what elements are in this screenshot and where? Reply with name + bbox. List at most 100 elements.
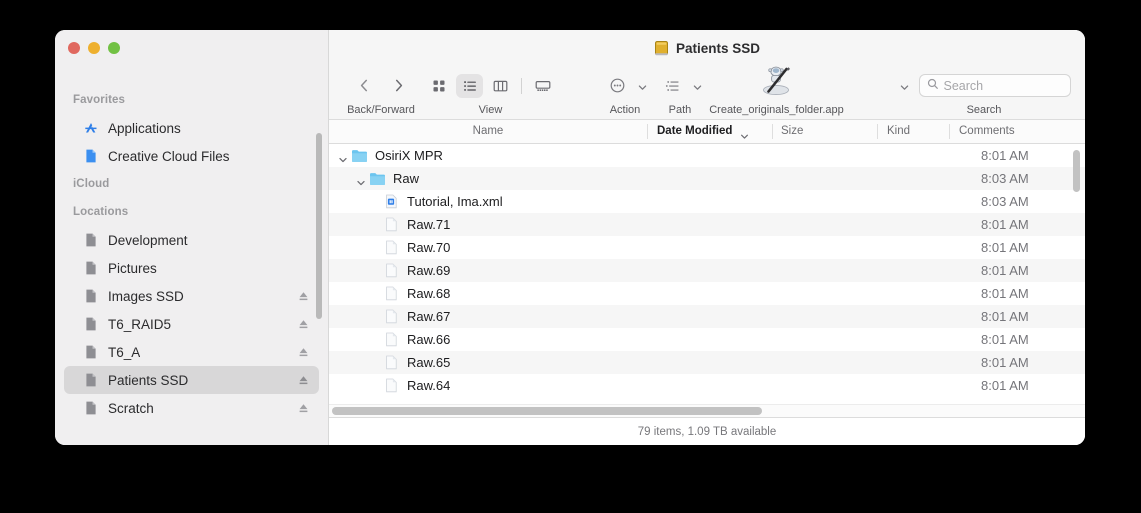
table-row[interactable]: Raw.65 8:01 AM 524 KB Doc	[329, 351, 1085, 374]
table-row[interactable]: Raw.67 8:01 AM 524 KB Doc	[329, 305, 1085, 328]
eject-icon[interactable]	[298, 402, 309, 415]
column-divider[interactable]	[647, 124, 648, 139]
vertical-scrollbar[interactable]	[1073, 150, 1080, 192]
file-date-cell: 8:01 AM	[981, 309, 1029, 324]
document-icon	[383, 216, 400, 233]
file-name-cell[interactable]: Raw	[329, 167, 419, 190]
view-caption: View	[478, 104, 503, 116]
document-icon	[383, 377, 400, 394]
forward-button[interactable]	[383, 74, 413, 98]
column-header-kind[interactable]: Kind	[887, 120, 910, 143]
back-button[interactable]	[349, 74, 379, 98]
horizontal-scrollbar-thumb[interactable]	[332, 407, 762, 415]
file-date-cell: 8:01 AM	[981, 355, 1029, 370]
sidebar-scrollbar[interactable]	[316, 133, 322, 319]
column-header-size[interactable]: Size	[781, 120, 803, 143]
horizontal-scrollbar-track[interactable]	[329, 404, 1085, 417]
sidebar-item-scratch[interactable]: Scratch	[64, 394, 319, 422]
column-header-name[interactable]: Name	[329, 120, 647, 143]
disclosure-triangle-open-icon[interactable]	[337, 150, 349, 162]
file-name-cell[interactable]: OsiriX MPR	[329, 144, 443, 167]
sidebar-item-development[interactable]: Development	[64, 226, 319, 254]
file-name-cell[interactable]: Raw.68	[329, 282, 450, 305]
sidebar-item-pictures[interactable]: Pictures	[64, 254, 319, 282]
file-name-cell[interactable]: Raw.71	[329, 213, 450, 236]
file-name-label: Raw.65	[407, 355, 451, 370]
chevron-down-icon	[740, 127, 749, 139]
table-row[interactable]: Raw.68 8:01 AM 524 KB Doc	[329, 282, 1085, 305]
drive-icon	[82, 316, 99, 333]
window-title: Patients SSD	[675, 40, 761, 56]
column-divider[interactable]	[772, 124, 773, 139]
document-icon	[383, 262, 400, 279]
sidebar-item-patients-ssd[interactable]: Patients SSD	[64, 366, 319, 394]
action-menu-button[interactable]	[602, 74, 632, 98]
view-separator	[521, 77, 522, 94]
toolbar: Patients SSD Back/Forward View Action Pa…	[329, 30, 1085, 120]
gallery-view-button[interactable]	[529, 74, 556, 98]
file-date-cell: 8:01 AM	[981, 148, 1029, 163]
list-view-button[interactable]	[456, 73, 484, 98]
chevron-down-icon[interactable]	[637, 80, 648, 91]
search-input[interactable]: Search	[918, 74, 1071, 97]
eject-icon[interactable]	[298, 290, 309, 303]
close-button[interactable]	[68, 42, 80, 54]
table-row[interactable]: Raw.64 8:01 AM 524 KB Doc	[329, 374, 1085, 397]
document-icon	[383, 285, 400, 302]
eject-icon[interactable]	[298, 374, 309, 387]
create-originals-folder-group: Create_originals_folder.app	[699, 66, 854, 116]
sidebar-item-t6-raid5[interactable]: T6_RAID5	[64, 310, 319, 338]
action-group: Action	[594, 72, 656, 116]
file-name-cell[interactable]: Tutorial, Ima.xml	[329, 190, 503, 213]
file-name-cell[interactable]: Raw.67	[329, 305, 450, 328]
file-list: OsiriX MPR 8:01 AM -- Folder	[329, 144, 1085, 417]
file-name-cell[interactable]: Raw.69	[329, 259, 450, 282]
back-forward-caption: Back/Forward	[347, 104, 415, 116]
table-row[interactable]: Raw.70 8:01 AM 524 KB Doc	[329, 236, 1085, 259]
finder-window: Favorites Applications Creative Cloud Fi…	[55, 30, 1085, 445]
file-date-cell: 8:01 AM	[981, 378, 1029, 393]
column-divider[interactable]	[877, 124, 878, 139]
eject-icon[interactable]	[298, 346, 309, 359]
table-row[interactable]: Raw.66 8:01 AM 524 KB Doc	[329, 328, 1085, 351]
file-name-cell[interactable]: Raw.66	[329, 328, 450, 351]
sidebar-item-t6-a[interactable]: T6_A	[64, 338, 319, 366]
search-caption: Search	[966, 104, 1002, 116]
column-header-comments[interactable]: Comments	[959, 120, 1015, 143]
sidebar-item-label: Applications	[108, 120, 181, 136]
sidebar-item-images-ssd[interactable]: Images SSD	[64, 282, 319, 310]
automator-script-icon[interactable]	[757, 63, 797, 102]
app-caption: Create_originals_folder.app	[709, 104, 844, 116]
column-divider[interactable]	[949, 124, 950, 139]
document-icon	[383, 354, 400, 371]
file-name-cell[interactable]: Raw.64	[329, 374, 450, 397]
disclosure-triangle-open-icon[interactable]	[355, 173, 367, 185]
file-name-label: Raw.64	[407, 378, 451, 393]
drive-icon	[82, 344, 99, 361]
table-row[interactable]: OsiriX MPR 8:01 AM -- Folder	[329, 144, 1085, 167]
table-row[interactable]: Raw.71 8:01 AM 524 KB Doc	[329, 213, 1085, 236]
sidebar-item-creative-cloud-files[interactable]: Creative Cloud Files	[64, 142, 319, 170]
file-date-cell: 8:01 AM	[981, 217, 1029, 232]
minimize-button[interactable]	[88, 42, 100, 54]
document-icon	[383, 331, 400, 348]
column-view-button[interactable]	[487, 74, 514, 98]
table-row[interactable]: Raw.69 8:01 AM 524 KB Doc	[329, 259, 1085, 282]
table-row[interactable]: Tutorial, Ima.xml 8:03 AM 1.3 MB X...nt	[329, 190, 1085, 213]
chevron-down-icon[interactable]	[899, 80, 910, 91]
maximize-button[interactable]	[108, 42, 120, 54]
eject-icon[interactable]	[298, 318, 309, 331]
icon-view-button[interactable]	[425, 74, 452, 98]
sidebar-item-label: T6_A	[108, 344, 141, 360]
column-header-date-modified[interactable]: Date Modified	[657, 120, 749, 143]
folder-icon	[369, 170, 386, 187]
document-icon	[82, 148, 99, 165]
file-name-cell[interactable]: Raw.70	[329, 236, 450, 259]
xml-file-icon	[383, 193, 400, 210]
folder-icon	[351, 147, 368, 164]
table-row[interactable]: Raw 8:03 AM -- Folder	[329, 167, 1085, 190]
sidebar-item-label: Scratch	[108, 400, 154, 416]
path-menu-button[interactable]	[657, 74, 687, 98]
sidebar-item-applications[interactable]: Applications	[64, 114, 319, 142]
file-name-cell[interactable]: Raw.65	[329, 351, 450, 374]
